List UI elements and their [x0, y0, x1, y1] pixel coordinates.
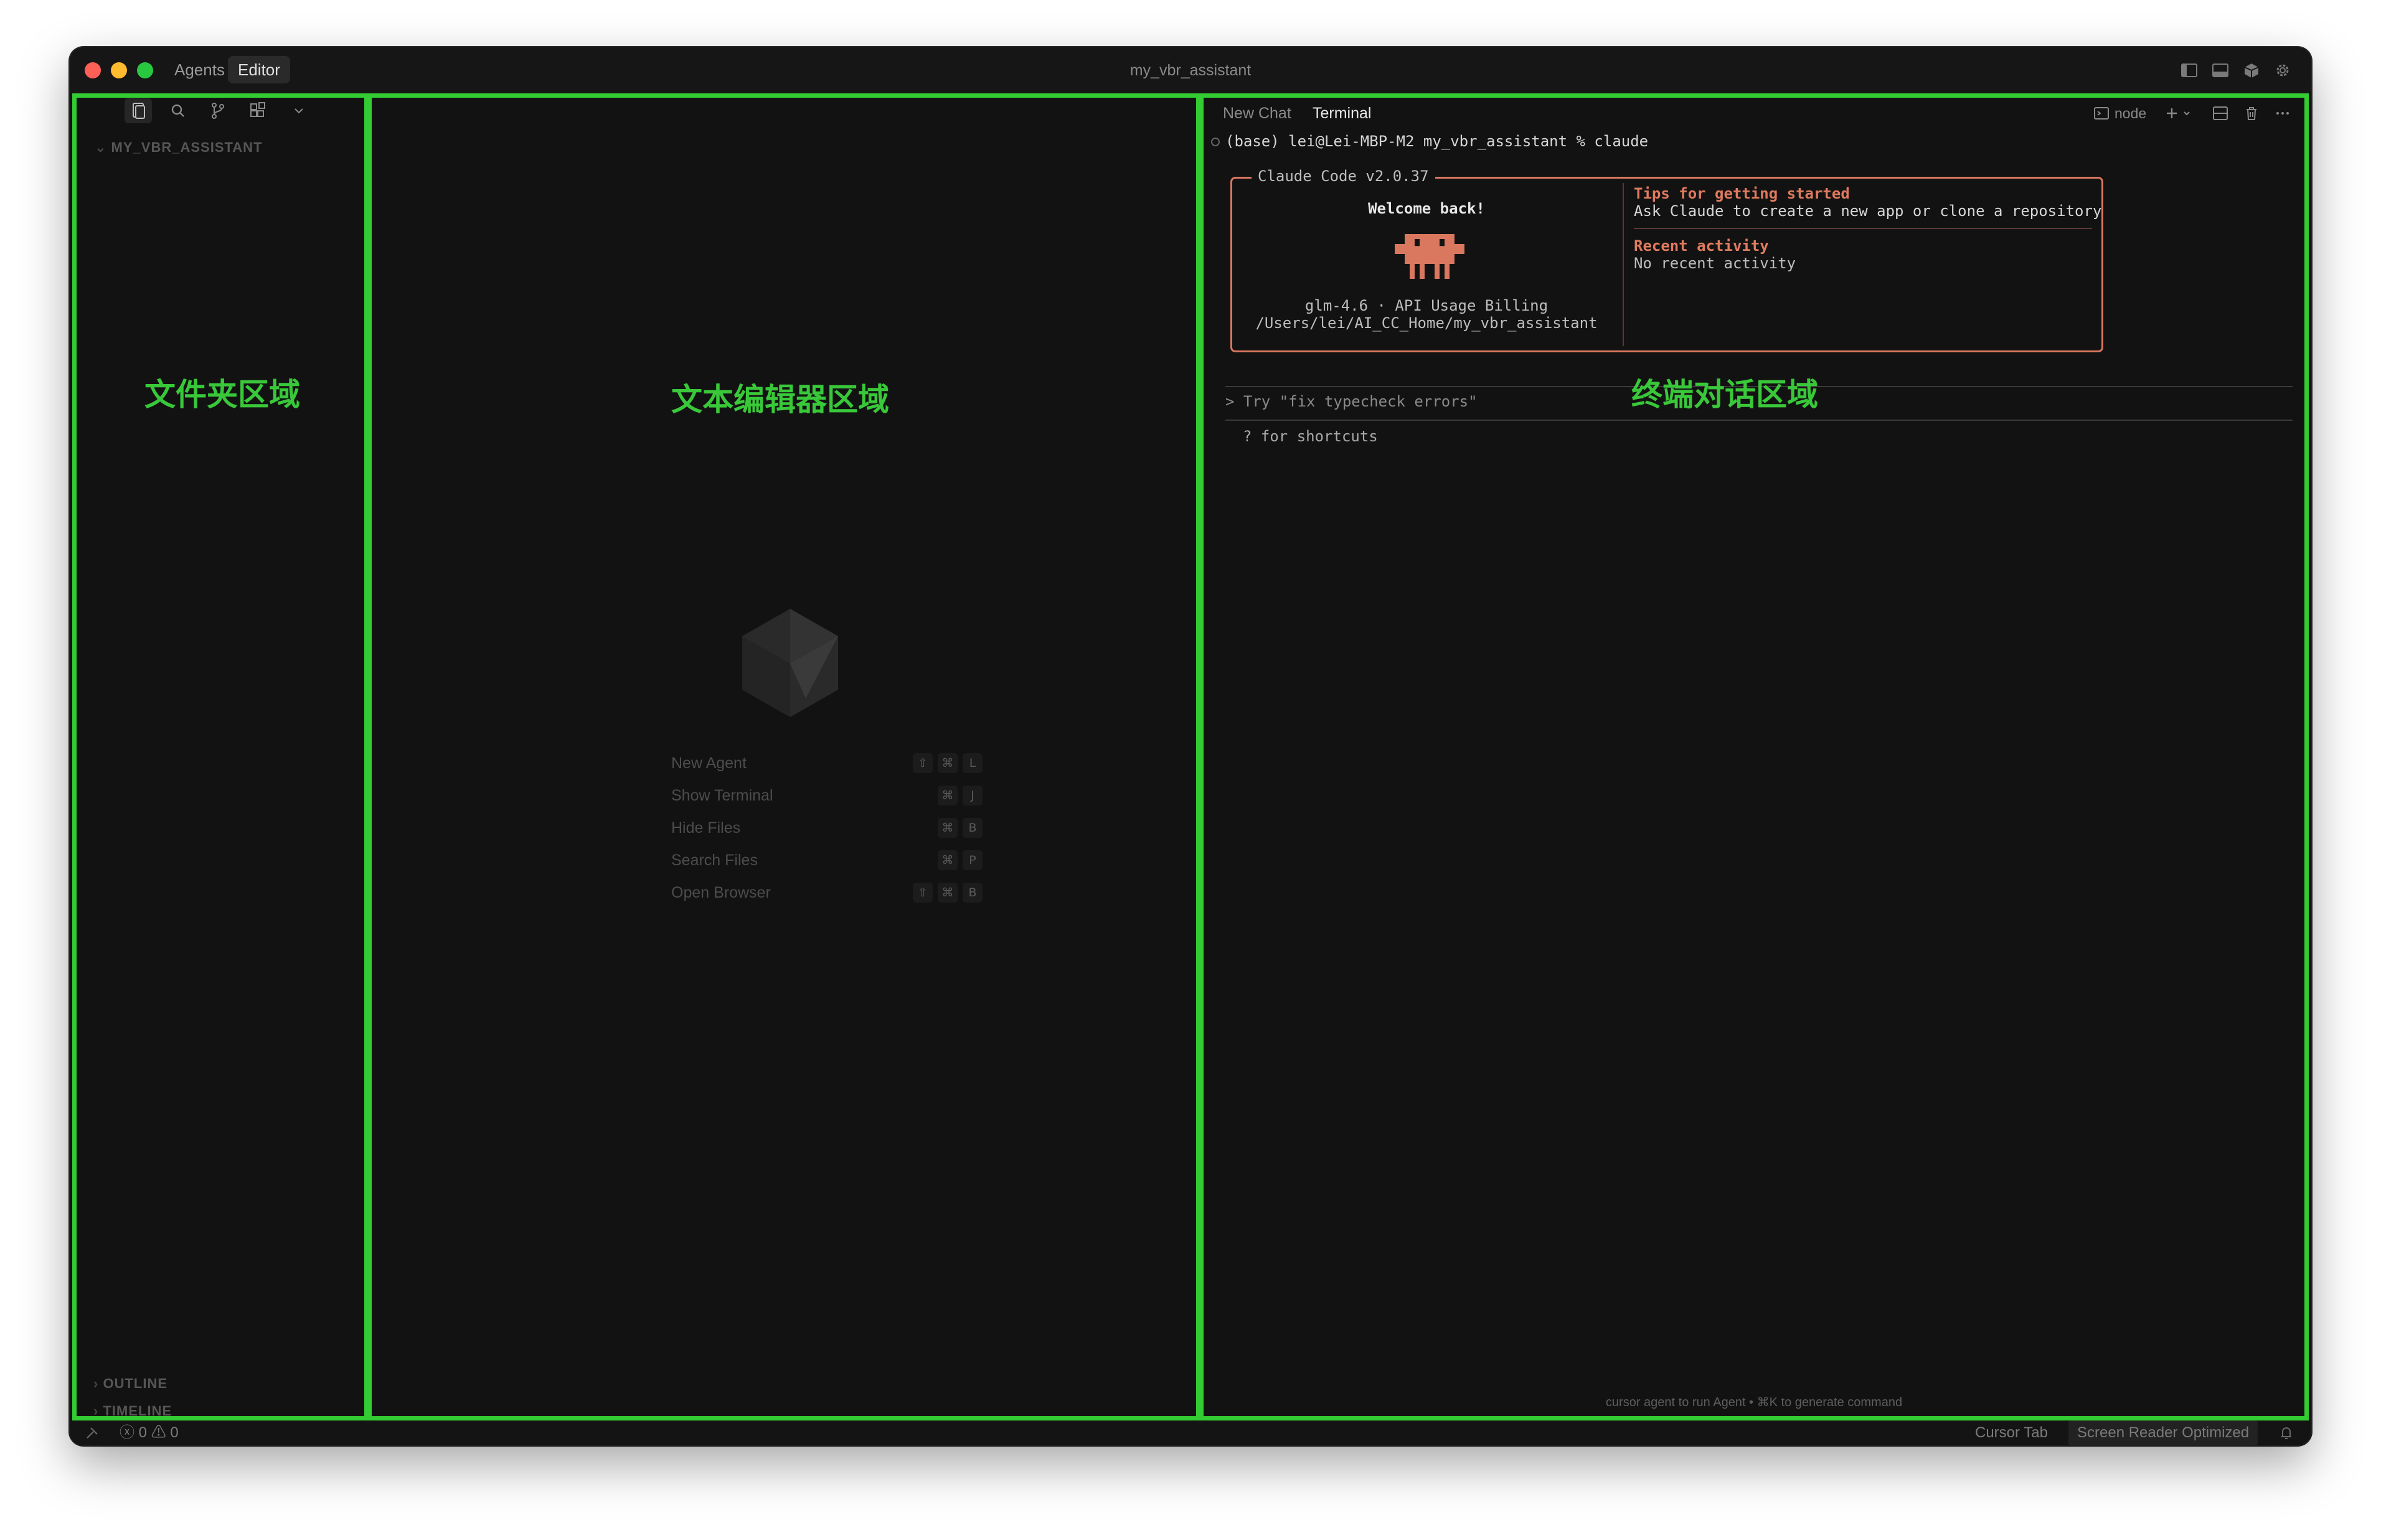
app-window: Agents Editor my_vbr_assistant ⌄ MY_VBR_…: [70, 47, 2311, 1445]
warning-icon: ⚠: [151, 1424, 166, 1441]
tab-editor[interactable]: Editor: [228, 56, 290, 83]
toggle-panel-icon[interactable]: [2210, 61, 2230, 80]
editor-region-label: 文本编辑器区域: [671, 382, 889, 418]
folder-region-label: 文件夹区域: [144, 377, 300, 413]
editor-region-outline: [367, 93, 1200, 1420]
toggle-sidebar-icon[interactable]: [2179, 61, 2199, 80]
title-bar: Agents Editor my_vbr_assistant: [70, 47, 2311, 93]
zoom-window-button[interactable]: [137, 62, 153, 78]
minimize-window-button[interactable]: [111, 62, 127, 78]
close-window-button[interactable]: [85, 62, 101, 78]
error-icon: ⓧ: [120, 1424, 134, 1441]
cube-icon[interactable]: [2242, 61, 2261, 80]
bell-icon[interactable]: [2278, 1420, 2295, 1445]
window-title: my_vbr_assistant: [1129, 62, 1252, 79]
terminal-region-label: 终端对话区域: [1631, 377, 1818, 413]
screen-reader-status[interactable]: Screen Reader Optimized: [2068, 1420, 2258, 1445]
problems-indicator[interactable]: ⓧ 0 ⚠ 0: [120, 1420, 179, 1445]
tab-agents[interactable]: Agents: [164, 56, 235, 83]
gear-icon[interactable]: [2273, 61, 2293, 80]
status-bar: ⓧ 0 ⚠ 0 Cursor Tab Screen Reader Optimiz…: [70, 1420, 2311, 1445]
terminal-region-outline: [1199, 93, 2309, 1420]
folder-region-outline: [72, 93, 369, 1420]
remote-icon[interactable]: [83, 1420, 102, 1445]
cursor-tab-status[interactable]: Cursor Tab: [1975, 1420, 2048, 1445]
